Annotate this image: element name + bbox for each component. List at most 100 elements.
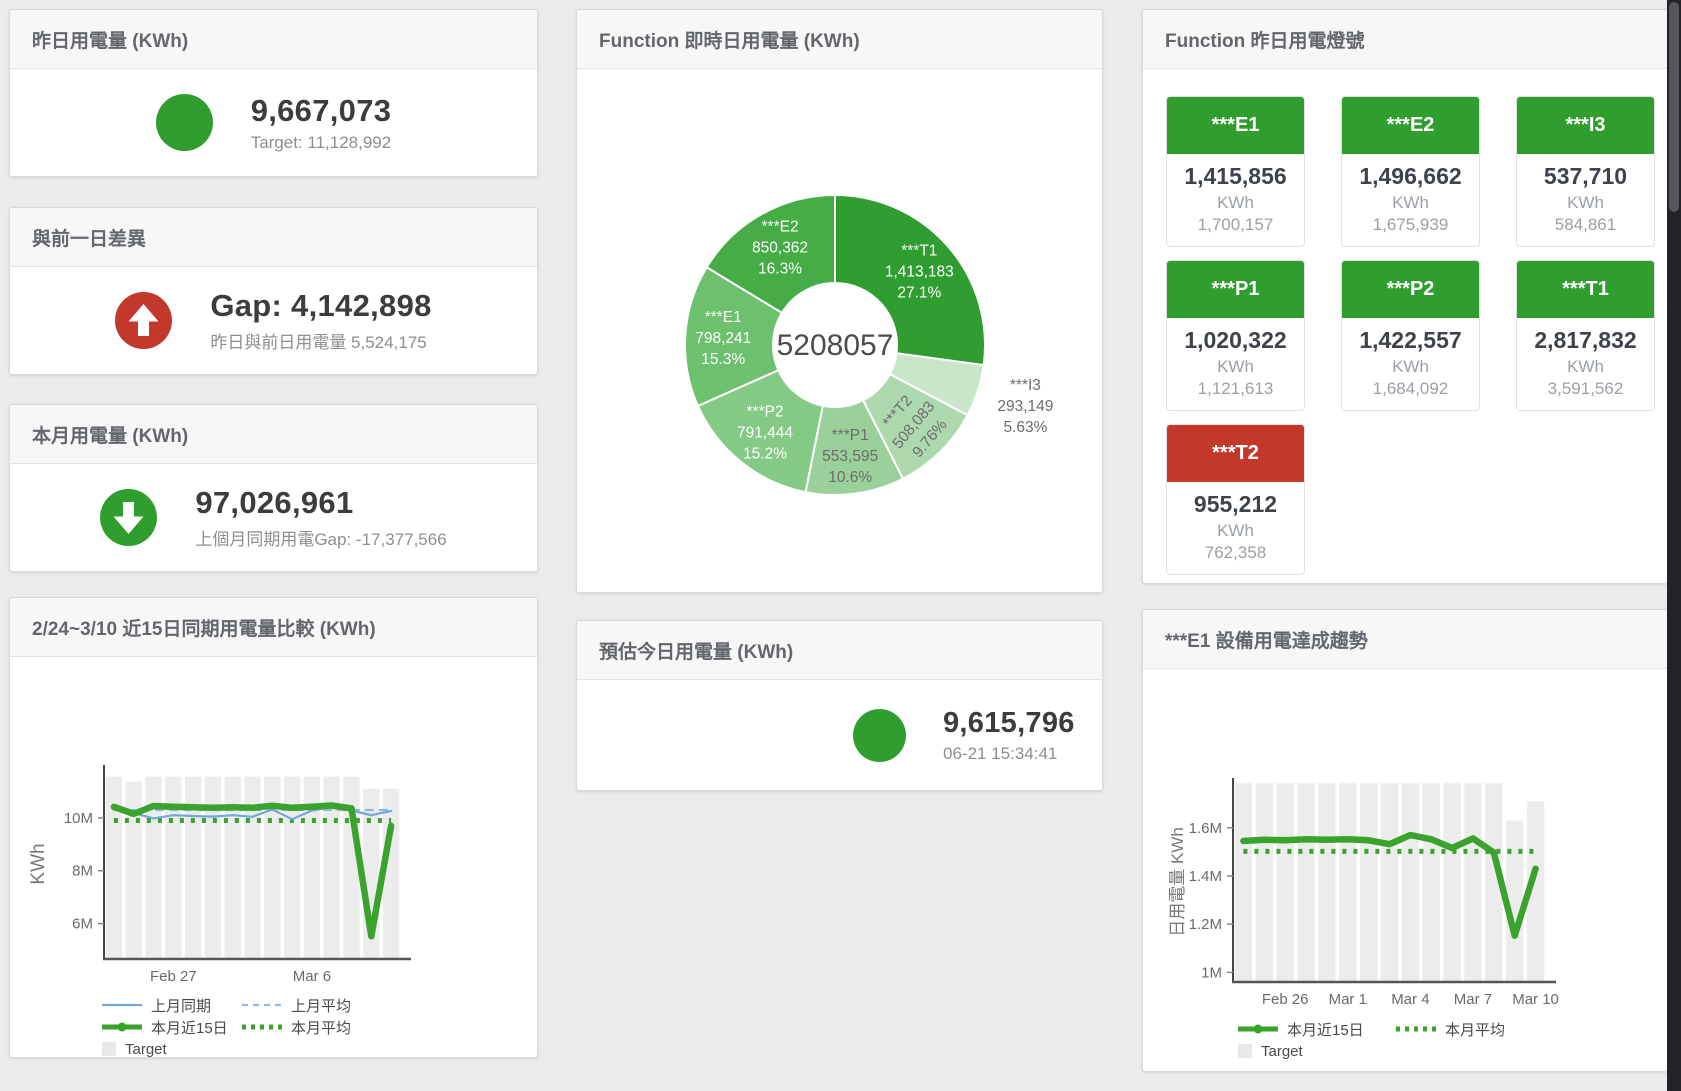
tile-value: 537,710 <box>1517 163 1654 190</box>
legend-label: 上月同期 <box>151 995 211 1016</box>
svg-text:15.3%: 15.3% <box>701 351 745 368</box>
stat-subtitle: Target: 11,128,992 <box>251 133 392 153</box>
legend-item-target[interactable]: Target <box>102 1041 242 1058</box>
svg-text:27.1%: 27.1% <box>897 284 941 301</box>
stat-value: 9,615,796 <box>943 707 1075 740</box>
panel-title: 2/24~3/10 近15日同期用電量比較 (KWh) <box>32 614 376 641</box>
stat-timestamp: 06-21 15:34:41 <box>943 744 1075 764</box>
target-bar <box>1360 783 1377 982</box>
stat-value: 9,667,073 <box>251 93 392 129</box>
legend-item-series[interactable]: 本月近15日 <box>1238 1019 1396 1040</box>
trend-line-chart: 1M1.2M1.4M1.6MFeb 26Mar 1Mar 4Mar 7Mar 1… <box>1143 669 1669 1013</box>
stat-subtitle: 昨日與前日用電量 5,524,175 <box>210 328 431 353</box>
legend-item-series[interactable]: 本月平均 <box>242 1017 351 1038</box>
target-bar <box>1381 783 1398 982</box>
svg-text:1.2M: 1.2M <box>1189 916 1222 933</box>
svg-text:***E2: ***E2 <box>762 218 799 235</box>
target-bar <box>1256 783 1273 982</box>
chart-legend: 上月同期 上月平均本月近15日本月平均Target <box>10 994 537 1060</box>
donut-center-total: 5208057 <box>777 329 894 362</box>
light-tile-I3: ***I3537,710KWh584,861 <box>1516 96 1655 247</box>
pie-slice-label: ***I3293,1495.63% <box>997 377 1053 436</box>
series-line-icon <box>1396 1023 1436 1035</box>
panel-header[interactable]: 預估今日用電量 (KWh) <box>577 621 1102 680</box>
tile-target-value: 762,358 <box>1167 543 1304 563</box>
tile-body: 2,817,832KWh3,591,562 <box>1517 318 1654 410</box>
tile-target-value: 3,591,562 <box>1517 379 1654 399</box>
target-bar <box>205 777 221 959</box>
panel-body: 97,026,961 上個月同期用電Gap: -17,377,566 <box>10 464 537 571</box>
tile-body: 1,422,557 KWh1,684,092 <box>1342 318 1479 410</box>
panel-header[interactable]: 昨日用電量 (KWh) <box>10 10 537 69</box>
tile-label: ***P2 <box>1342 261 1479 318</box>
legend-row: Target <box>1238 1040 1667 1062</box>
tile-value: 1,020,322 <box>1167 327 1304 354</box>
series-line-icon <box>102 1021 142 1033</box>
tile-value: 1,496,662 <box>1342 163 1479 190</box>
tile-label: ***T2 <box>1167 425 1304 482</box>
panel-header[interactable]: 本月用電量 (KWh) <box>10 405 537 464</box>
target-bar <box>1423 783 1440 982</box>
scrollbar[interactable] <box>1667 0 1681 1091</box>
panel-header[interactable]: 與前一日差異 <box>10 208 537 267</box>
stat-subtitle: 上個月同期用電Gap: -17,377,566 <box>195 525 446 550</box>
tile-unit: KWh <box>1342 357 1479 377</box>
panel-body: 9,615,796 06-21 15:34:41 <box>577 680 1102 790</box>
legend-item-series[interactable]: 本月近15日 <box>102 1017 242 1038</box>
svg-text:791,444: 791,444 <box>737 424 793 441</box>
panel-title: 與前一日差異 <box>32 224 146 251</box>
svg-text:850,362: 850,362 <box>752 239 808 256</box>
light-tile-T2: ***T2955,212KWh762,358 <box>1166 424 1305 575</box>
panel-header[interactable]: 2/24~3/10 近15日同期用電量比較 (KWh) <box>10 598 537 657</box>
legend-item-series[interactable]: 本月平均 <box>1396 1019 1505 1040</box>
panel-e1-trend-chart: ***E1 設備用電達成趨勢 1M1.2M1.4M1.6MFeb 26Mar 1… <box>1142 609 1668 1072</box>
light-tile-E1: ***E11,415,856KWh1,700,157 <box>1166 96 1305 247</box>
svg-text:10.6%: 10.6% <box>828 469 872 486</box>
tile-target-value: 1,684,092 <box>1342 379 1479 399</box>
svg-text:Mar 10: Mar 10 <box>1512 991 1559 1008</box>
svg-text:1,413,183: 1,413,183 <box>885 263 954 280</box>
tile-body: 537,710KWh584,861 <box>1517 154 1654 246</box>
donut-chart: ***T11,413,18327.1%***I3293,1495.63%***T… <box>577 69 1104 594</box>
arrow-down-circle-icon <box>100 489 157 546</box>
tile-target-value: 1,121,613 <box>1167 379 1304 399</box>
panel-body: Gap: 4,142,898 昨日與前日用電量 5,524,175 <box>10 267 537 374</box>
svg-text:Feb 27: Feb 27 <box>150 968 197 985</box>
panel-body: ***E11,415,856KWh1,700,157***E21,496,662… <box>1143 69 1667 583</box>
target-bar <box>1339 783 1356 982</box>
tile-body: 1,020,322KWh1,121,613 <box>1167 318 1304 410</box>
svg-text:798,241: 798,241 <box>695 330 751 347</box>
chart-legend: 本月近15日本月平均Target <box>1143 1018 1667 1062</box>
panel-15day-compare-chart: 2/24~3/10 近15日同期用電量比較 (KWh) 6M8M10MFeb 2… <box>9 597 538 1058</box>
panel-header[interactable]: Function 即時日用電量 (KWh) <box>577 10 1102 69</box>
panel-gap-prev-day: 與前一日差異 Gap: 4,142,898 昨日與前日用電量 5,524,175 <box>9 207 538 375</box>
panel-title: 本月用電量 (KWh) <box>32 421 188 448</box>
legend-item-series[interactable]: 上月同期 <box>102 995 242 1016</box>
panel-today-forecast: 預估今日用電量 (KWh) 9,615,796 06-21 15:34:41 <box>576 620 1103 791</box>
legend-item-target[interactable]: Target <box>1238 1043 1396 1060</box>
target-bar <box>343 777 359 959</box>
svg-text:***T1: ***T1 <box>901 242 937 259</box>
series-line-icon <box>242 1021 282 1033</box>
tile-unit: KWh <box>1167 521 1304 541</box>
target-bar <box>1235 783 1252 982</box>
tile-label: ***I3 <box>1517 97 1654 154</box>
panel-header[interactable]: ***E1 設備用電達成趨勢 <box>1143 610 1667 669</box>
scrollbar-thumb[interactable] <box>1669 2 1679 212</box>
light-tile-T1: ***T12,817,832KWh3,591,562 <box>1516 260 1655 411</box>
legend-item-series[interactable]: 上月平均 <box>242 995 351 1016</box>
tile-unit: KWh <box>1167 193 1304 213</box>
tile-unit: KWh <box>1517 193 1654 213</box>
tile-value: 1,422,557 <box>1342 327 1479 354</box>
tile-value: 1,415,856 <box>1167 163 1304 190</box>
panel-realtime-pie: Function 即時日用電量 (KWh) ***T1 1,413,183 27.1… <box>576 9 1103 593</box>
target-bar <box>1402 783 1419 982</box>
panel-yesterday-lights: Function 昨日用電燈號 ***E11,415,856KWh1,700,1… <box>1142 9 1668 584</box>
stat-value: 97,026,961 <box>195 485 446 521</box>
svg-text:6M: 6M <box>72 916 93 933</box>
tile-body: 1,496,662KWh1,675,939 <box>1342 154 1479 246</box>
stat-value: Gap: 4,142,898 <box>210 288 431 324</box>
svg-text:1M: 1M <box>1201 964 1222 981</box>
panel-header[interactable]: Function 昨日用電燈號 <box>1143 10 1667 69</box>
tile-label: ***P1 <box>1167 261 1304 318</box>
